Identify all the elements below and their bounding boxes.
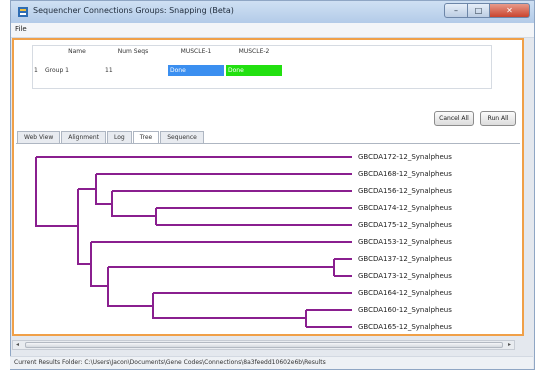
results-folder-path: Current Results Folder: C:\Users\Jacon\D… [14, 359, 326, 366]
horizontal-scrollbar[interactable]: ◂ ▸ [12, 340, 515, 350]
tree-node [111, 191, 156, 217]
scroll-left-icon[interactable]: ◂ [13, 341, 22, 349]
tree-leaf-label[interactable]: GBCDA168-12_Synalpheus [358, 170, 452, 178]
tree-leaf-label[interactable]: GBCDA173-12_Synalpheus [358, 272, 452, 280]
tree-branches [35, 156, 352, 328]
tab-bar: Web View Alignment Log Tree Sequence [17, 131, 205, 144]
run-all-button[interactable]: Run All [480, 111, 516, 126]
cell-muscle-1-status[interactable]: Done [168, 65, 224, 76]
tree-leaf-label[interactable]: GBCDA156-12_Synalpheus [358, 187, 452, 195]
groups-table: Name Num Seqs MUSCLE-1 MUSCLE-2 1 Group … [32, 45, 492, 89]
window-controls: – □ ✕ [444, 3, 530, 18]
window-title: Sequencher Connections Groups: Snapping … [33, 6, 234, 15]
tab-alignment[interactable]: Alignment [61, 131, 106, 143]
status-bar: Current Results Folder: C:\Users\Jacon\D… [10, 356, 533, 369]
tree-node [35, 157, 78, 227]
tree-panel: GBCDA172-12_Synalpheus GBCDA168-12_Synal… [16, 143, 520, 331]
menu-bar: File [11, 23, 534, 38]
tab-sequence[interactable]: Sequence [160, 131, 204, 143]
app-icon [18, 7, 28, 17]
tree-leaf-label[interactable]: GBCDA175-12_Synalpheus [358, 221, 452, 229]
row-index: 1 [34, 67, 38, 74]
tree-leaf-label[interactable]: GBCDA137-12_Synalpheus [358, 255, 452, 263]
menu-file[interactable]: File [15, 25, 27, 33]
cell-muscle-2-status[interactable]: Done [226, 65, 282, 76]
tree-node [77, 189, 91, 265]
tree-node [152, 293, 306, 319]
close-button[interactable]: ✕ [490, 3, 530, 18]
tree-leaf-label[interactable]: GBCDA160-12_Synalpheus [358, 306, 452, 314]
tab-web-view[interactable]: Web View [17, 131, 61, 143]
column-header-name[interactable]: Name [53, 48, 101, 57]
maximize-button[interactable]: □ [468, 3, 490, 18]
tree-node [90, 242, 108, 287]
tree-node [107, 267, 153, 307]
column-header-muscle-1[interactable]: MUSCLE-1 [168, 48, 224, 57]
title-bar[interactable]: Sequencher Connections Groups: Snapping … [11, 1, 534, 23]
tree-leaf-label[interactable]: GBCDA164-12_Synalpheus [358, 289, 452, 297]
tree-leaf-label[interactable]: GBCDA172-12_Synalpheus [358, 153, 452, 161]
tree-leaf-label[interactable]: GBCDA174-12_Synalpheus [358, 204, 452, 212]
tree-leaf-label[interactable]: GBCDA153-12_Synalpheus [358, 238, 452, 246]
content-frame: Name Num Seqs MUSCLE-1 MUSCLE-2 1 Group … [12, 38, 524, 336]
minimize-button[interactable]: – [444, 3, 468, 18]
scroll-right-icon[interactable]: ▸ [505, 341, 514, 349]
tab-log[interactable]: Log [106, 131, 132, 143]
cell-num-seqs[interactable]: 11 [103, 65, 163, 76]
scrollbar-thumb[interactable] [25, 342, 503, 348]
cancel-all-button[interactable]: Cancel All [434, 111, 474, 126]
column-header-muscle-2[interactable]: MUSCLE-2 [226, 48, 282, 57]
cell-group-name[interactable]: Group 1 [43, 65, 91, 76]
column-header-num-seqs[interactable]: Num Seqs [103, 48, 163, 57]
tree-leaf-label[interactable]: GBCDA165-12_Synalpheus [358, 323, 452, 331]
tree-node [95, 174, 112, 205]
